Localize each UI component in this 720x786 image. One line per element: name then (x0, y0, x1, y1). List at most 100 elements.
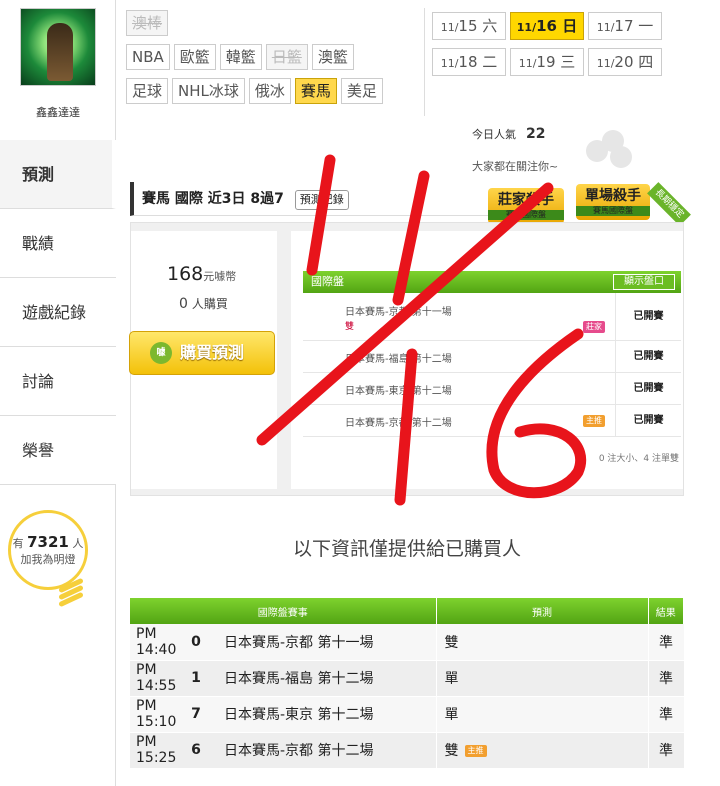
coin-icon: 噱 (150, 342, 172, 364)
chip-nba[interactable]: NBA (126, 44, 170, 70)
chip-korea-basketball[interactable]: 韓籃 (219, 44, 262, 70)
row-result: 準 (647, 660, 684, 697)
date-1120[interactable]: 11/20 四 (588, 48, 662, 76)
badge-single-killer: 單場殺手 賽馬國際盤 (576, 184, 650, 220)
show-odds-button[interactable]: 顯示盤口 (613, 274, 675, 290)
sidebar-item-game-log[interactable]: 遊戲紀錄 (0, 278, 116, 347)
fans-prefix: 有 (12, 537, 24, 550)
game-status: 已開賽 (615, 373, 681, 404)
flower-icon (572, 124, 642, 174)
chip-horse-racing[interactable]: 賽馬 (294, 78, 337, 104)
chip-euro-basketball[interactable]: 歐籃 (173, 44, 216, 70)
table-row: PM 14:40 0 日本賽馬-京都 第十一場 雙 準 (130, 624, 684, 661)
results-table: 國際盤賽事 預測 結果 PM 14:40 0 日本賽馬-京都 第十一場 雙 準 … (130, 598, 684, 769)
row-game: 日本賽馬-東京 第十二場 (210, 696, 436, 733)
game-row: 日本賽馬-福島 第十二場 已開賽 (303, 341, 681, 373)
page-title: 賽馬 國際 近3日 8過7 預測紀錄 (130, 182, 490, 216)
row-pick: 單 (435, 696, 648, 733)
row-time: PM 15:10 (130, 696, 182, 733)
date-picker: 11/15 六 11/16 日 11/17 一 11/18 二 11/19 三 11/2… (432, 12, 682, 84)
game-name: 日本賽馬-京都 第十一場 (345, 307, 452, 318)
row-number: 1 (182, 660, 210, 697)
games-header: 國際盤 顯示盤口 (303, 271, 681, 293)
games-panel: 國際盤 顯示盤口 日本賽馬-京都 第十一場 雙 莊家 已開賽 日本賽馬-福島 第… (291, 231, 683, 489)
sidebar-item-honor[interactable]: 榮譽 (0, 416, 116, 485)
row-result: 準 (647, 732, 684, 769)
divider (424, 8, 425, 116)
col-header-result: 結果 (648, 598, 684, 624)
main-pick-tag: 主推 (464, 745, 487, 757)
sidebar: 鑫鑫達達 預測 戰績 遊戲紀錄 討論 榮譽 有 7321 人 加我為明燈 (0, 0, 116, 786)
table-header: 國際盤賽事 預測 結果 (130, 598, 684, 624)
bet-summary: 0 注大小、4 注單雙 (598, 454, 679, 464)
row-number: 6 (182, 732, 210, 769)
chip-japan-basketball: 日籃 (265, 44, 308, 70)
game-pick: 雙 (345, 322, 355, 332)
game-row: 日本賽馬-京都 第十一場 雙 莊家 已開賽 (303, 293, 681, 341)
main-content: 澳棒 NBA 歐籃 韓籃 日籃 澳籃 足球 NHL冰球 俄冰 賽馬 美足 11/15 六 11/1… (116, 0, 720, 786)
row-pick: 雙主推 (435, 732, 648, 769)
date-1117[interactable]: 11/17 一 (588, 12, 662, 40)
popularity-value: 22 (526, 126, 546, 142)
popularity: 今日人氣 22 (472, 126, 546, 142)
chip-russia-hockey[interactable]: 俄冰 (248, 78, 291, 104)
row-pick: 雙 (435, 624, 648, 661)
badge-banker-killer: 莊家殺手 賽馬國際盤 (488, 188, 564, 224)
avatar[interactable] (20, 8, 96, 86)
banker-tag: 莊家 (583, 321, 605, 333)
purchase-panel: 168元噱幣 0 人購買 噱 購買預測 (129, 231, 277, 489)
table-row: PM 15:10 7 日本賽馬-東京 第十二場 單 準 (130, 696, 684, 733)
fans-text: 加我為明燈 (20, 553, 76, 566)
row-time: PM 15:25 (130, 732, 182, 769)
game-row: 日本賽馬-東京 第十二場 已開賽 (303, 373, 681, 405)
title-text: 賽馬 國際 近3日 8過7 (142, 191, 284, 207)
row-result: 準 (647, 624, 684, 661)
date-1119[interactable]: 11/19 三 (510, 48, 584, 76)
col-header-pick: 預測 (436, 598, 649, 624)
date-1116[interactable]: 11/16 日 (510, 12, 584, 40)
game-status: 已開賽 (615, 341, 681, 372)
row-result: 準 (647, 696, 684, 733)
buy-prediction-button[interactable]: 噱 購買預測 (129, 331, 275, 375)
game-name: 日本賽馬-東京 第十二場 (345, 386, 452, 397)
games-header-label: 國際盤 (311, 275, 344, 288)
prediction-box: 168元噱幣 0 人購買 噱 購買預測 國際盤 顯示盤口 日本賽馬-京都 第十一場… (129, 222, 684, 496)
record-button[interactable]: 預測紀錄 (294, 190, 349, 210)
sidebar-item-predict[interactable]: 預測 (0, 140, 116, 209)
row-number: 7 (182, 696, 210, 733)
sport-chips: 澳棒 NBA 歐籃 韓籃 日籃 澳籃 足球 NHL冰球 俄冰 賽馬 美足 (126, 10, 416, 112)
chip-nhl[interactable]: NHL冰球 (172, 78, 245, 104)
chip-american-football[interactable]: 美足 (340, 78, 383, 104)
game-row: 日本賽馬-京都 第十二場 主推 已開賽 (303, 405, 681, 437)
row-game: 日本賽馬-福島 第十二場 (210, 660, 436, 697)
username[interactable]: 鑫鑫達達 (0, 104, 116, 120)
game-name: 日本賽馬-京都 第十二場 (345, 418, 452, 429)
row-game: 日本賽馬-京都 第十二場 (210, 732, 436, 769)
bulb-icon (58, 577, 84, 608)
chip-aus-basketball[interactable]: 澳籃 (311, 44, 354, 70)
info-message: 以下資訊僅提供給已購買人 (292, 538, 521, 560)
sidebar-item-record[interactable]: 戰績 (0, 209, 116, 278)
chip-soccer[interactable]: 足球 (126, 78, 169, 104)
date-1115[interactable]: 11/15 六 (432, 12, 506, 40)
buyers-count: 0 人購買 (179, 296, 228, 312)
buy-label: 購買預測 (180, 343, 245, 362)
row-number: 0 (182, 624, 210, 661)
sidebar-item-discussion[interactable]: 討論 (0, 347, 116, 416)
row-time: PM 14:55 (130, 660, 182, 697)
follow-text: 大家都在關注你~ (472, 160, 559, 173)
date-1118[interactable]: 11/18 二 (432, 48, 506, 76)
col-header-game: 國際盤賽事 (130, 598, 437, 624)
fans-count: 7321 (27, 533, 69, 551)
game-name: 日本賽馬-福島 第十二場 (345, 354, 452, 365)
fans-bulb[interactable]: 有 7321 人 加我為明燈 (8, 510, 88, 590)
row-pick: 單 (435, 660, 648, 697)
row-time: PM 14:40 (130, 624, 182, 661)
table-row: PM 15:25 6 日本賽馬-京都 第十二場 雙主推 準 (130, 732, 684, 769)
main-pick-tag: 主推 (583, 415, 605, 427)
stable-ribbon: 長期穩定 (647, 182, 691, 226)
row-game: 日本賽馬-京都 第十一場 (210, 624, 436, 661)
table-row: PM 14:55 1 日本賽馬-福島 第十二場 單 準 (130, 660, 684, 697)
filter-area: 澳棒 NBA 歐籃 韓籃 日籃 澳籃 足球 NHL冰球 俄冰 賽馬 美足 11/15 六 11/1… (116, 0, 698, 122)
fans-unit: 人 (72, 537, 84, 550)
